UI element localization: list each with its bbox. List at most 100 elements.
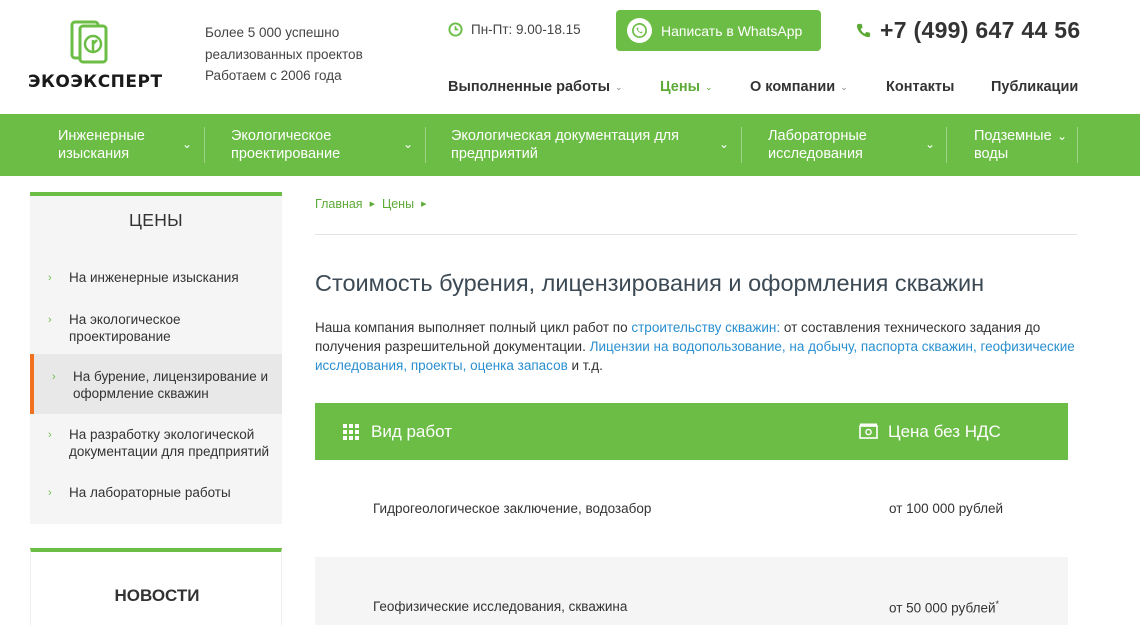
grid-icon — [343, 424, 359, 440]
price-cell: от 100 000 рублей — [889, 501, 1003, 516]
whatsapp-button[interactable]: Написать в WhatsApp — [616, 10, 821, 51]
price-value: от 100 000 рублей — [889, 501, 1004, 516]
sidebar-item-label: На лабораторные работы — [69, 485, 231, 500]
chevron-down-icon: ⌄ — [704, 81, 713, 92]
menu-label: Экологическое — [231, 128, 332, 144]
menu-label: исследования — [768, 146, 863, 162]
column-header-work: Вид работ — [343, 422, 452, 442]
divider — [315, 234, 1077, 235]
news-title: НОВОСТИ — [114, 586, 200, 605]
chevron-right-icon: › — [48, 487, 52, 499]
column-header-label: Вид работ — [371, 422, 452, 441]
sidebar-item-label: На разработку экологической документации… — [69, 427, 270, 459]
chevron-down-icon: ⌄ — [1057, 129, 1068, 143]
working-hours: Пн-Пт: 9.00-18.15 — [448, 22, 581, 37]
menu-engineering-surveys[interactable]: Инженерные изыскания ⌄ — [58, 127, 196, 163]
menu-label: Лабораторные — [768, 128, 867, 144]
chevron-right-icon: › — [48, 272, 52, 284]
whatsapp-icon — [627, 18, 652, 43]
nav-label: Контакты — [886, 79, 955, 95]
chevron-down-icon: ⌄ — [403, 137, 414, 151]
chevron-right-icon: › — [52, 371, 56, 383]
whatsapp-label: Написать в WhatsApp — [661, 22, 803, 39]
nav-label: О компании — [750, 79, 836, 95]
nav-label: Цены — [660, 79, 700, 95]
menu-label: Инженерные — [58, 128, 145, 144]
logo-leaf-icon — [70, 20, 108, 64]
link-well-construction[interactable]: строительству скважин: — [631, 320, 780, 335]
menu-label: Подземные — [974, 128, 1052, 144]
tagline-line: реализованных проектов — [205, 46, 363, 62]
triangle-right-icon: ▶ — [421, 201, 427, 208]
triangle-right-icon: ▶ — [369, 201, 375, 208]
chevron-down-icon: ⌄ — [925, 137, 936, 151]
sidebar-news: НОВОСТИ — [30, 548, 282, 625]
nav-prices[interactable]: Цены ⌄ — [660, 79, 750, 95]
nav-publications[interactable]: Публикации — [991, 79, 1078, 95]
nav-contacts[interactable]: Контакты — [886, 79, 991, 95]
menu-divider — [425, 127, 426, 163]
chevron-down-icon: ⌄ — [615, 81, 623, 92]
company-tagline: Более 5 000 успешно реализованных проект… — [205, 22, 363, 87]
intro-text: Наша компания выполняет полный цикл рабо… — [315, 318, 1075, 375]
menu-groundwater[interactable]: Подземные воды ⌄ — [974, 127, 1070, 163]
menu-label: проектирование — [231, 146, 341, 162]
nav-label: Публикации — [991, 79, 1079, 95]
chevron-right-icon: › — [48, 314, 52, 326]
chevron-down-icon: ⌄ — [840, 81, 848, 92]
menu-eco-design[interactable]: Экологическое проектирование ⌄ — [231, 127, 417, 163]
sidebar-item-label: На бурение, лицензирование и оформление … — [73, 369, 269, 401]
column-header-price: Цена без НДС — [859, 422, 1001, 442]
column-header-label: Цена без НДС — [888, 422, 1001, 441]
menu-eco-documentation[interactable]: Экологическая документация для предприят… — [451, 127, 733, 163]
hours-text: Пн-Пт: 9.00-18.15 — [471, 22, 581, 37]
site-header: ЭКОЭКСПЕРТ Более 5 000 успешно реализова… — [0, 0, 1140, 114]
menu-label: воды — [974, 146, 1009, 162]
page-title: Стоимость бурения, лицензирования и офор… — [315, 270, 985, 296]
chevron-right-icon: › — [48, 429, 52, 441]
breadcrumb: Главная ▶ Цены ▶ — [315, 197, 426, 211]
menu-divider — [1077, 127, 1078, 163]
nav-label: Выполненные работы — [448, 79, 610, 95]
clock-icon — [448, 22, 463, 37]
chevron-down-icon: ⌄ — [182, 137, 193, 151]
sidebar-item-eco-design[interactable]: › На экологическое проектирование — [30, 312, 282, 348]
price-tag-icon — [859, 423, 878, 439]
sidebar-item-label: На инженерные изыскания — [69, 270, 239, 285]
logo[interactable]: ЭКОЭКСПЕРТ — [28, 18, 162, 92]
sidebar-item-label: На экологическое проектирование — [69, 312, 181, 344]
menu-label: изыскания — [58, 146, 130, 162]
phone-icon — [856, 23, 871, 38]
sidebar-item-engineering[interactable]: › На инженерные изыскания — [30, 270, 282, 290]
tagline-line: Более 5 000 успешно — [205, 25, 340, 40]
phone-number[interactable]: +7 (499) 647 44 56 — [855, 17, 1080, 44]
nav-about[interactable]: О компании ⌄ — [750, 79, 886, 95]
sidebar-title: ЦЕНЫ — [129, 210, 183, 230]
work-cell: Гидрогеологическое заключение, водозабор — [373, 501, 652, 516]
menu-divider — [741, 127, 742, 163]
breadcrumb-prices[interactable]: Цены — [382, 197, 414, 211]
chevron-down-icon: ⌄ — [719, 137, 730, 151]
menu-divider — [946, 127, 947, 163]
table-row: Гидрогеологическое заключение, водозабор… — [315, 460, 1068, 557]
sidebar-item-drilling[interactable]: › На бурение, лицензирование и оформлени… — [30, 354, 282, 414]
price-value: от 50 000 рублей — [889, 600, 996, 616]
logo-text: ЭКОЭКСПЕРТ — [28, 72, 163, 92]
menu-lab-research[interactable]: Лабораторные исследования ⌄ — [768, 127, 939, 163]
footnote-mark: * — [995, 599, 1000, 609]
table-row: Геофизические исследования, скважина от … — [315, 557, 1068, 625]
sidebar-item-lab[interactable]: › На лабораторные работы — [30, 485, 282, 505]
sidebar-item-eco-documentation[interactable]: › На разработку экологической документац… — [30, 427, 282, 463]
main-menu: Инженерные изыскания ⌄ Экологическое про… — [0, 114, 1140, 176]
menu-label: Экологическая документация для — [451, 128, 679, 144]
menu-divider — [204, 127, 205, 163]
phone-text: +7 (499) 647 44 56 — [880, 17, 1081, 43]
price-cell: от 50 000 рублей* — [889, 599, 999, 616]
work-cell: Геофизические исследования, скважина — [373, 599, 628, 614]
price-table-header: Вид работ Цена без НДС — [315, 403, 1068, 460]
top-navigation: Выполненные работы ⌄ Цены ⌄ О компании ⌄… — [448, 79, 1078, 95]
breadcrumb-home[interactable]: Главная — [315, 197, 363, 211]
nav-completed-works[interactable]: Выполненные работы ⌄ — [448, 79, 660, 95]
intro-text-part: и т.д. — [567, 358, 603, 373]
sidebar-prices: ЦЕНЫ › На инженерные изыскания › На экол… — [30, 192, 282, 524]
